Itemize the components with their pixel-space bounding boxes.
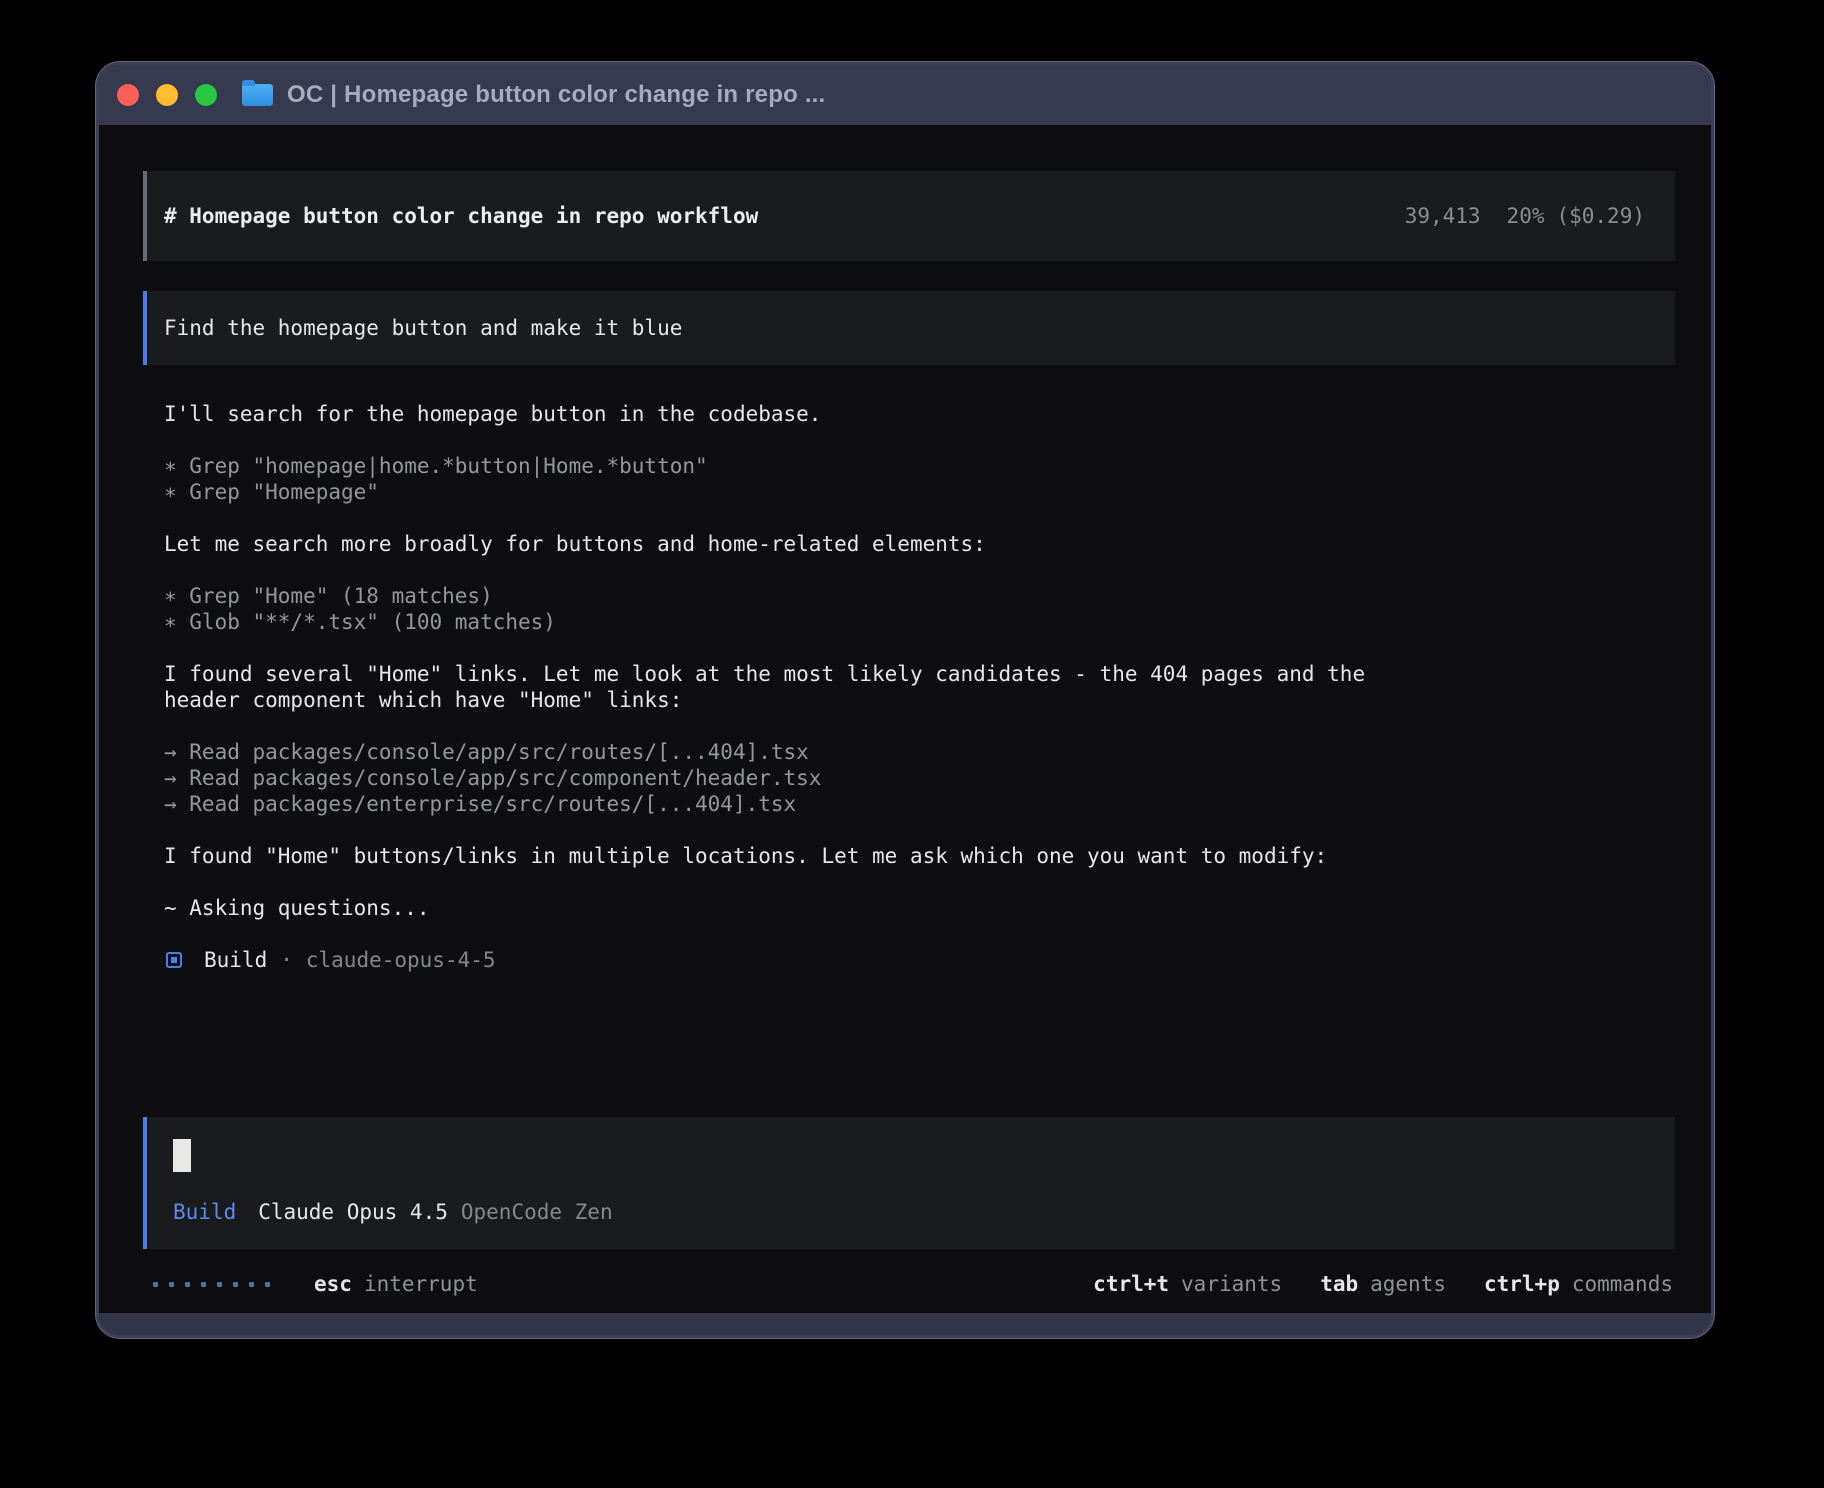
fullscreen-button[interactable] bbox=[195, 84, 217, 106]
window-bottom-frame bbox=[99, 1313, 1711, 1335]
separator-dot: · bbox=[280, 947, 293, 973]
shortcut-hints: ctrl+t variants tab agents ctrl+p comman… bbox=[1093, 1271, 1673, 1297]
tool-calls: ∗ Grep "homepage|home.*button|Home.*butt… bbox=[164, 453, 1675, 505]
agent-name: Build bbox=[204, 947, 267, 973]
prompt-input[interactable]: Build Claude Opus 4.5 OpenCode Zen bbox=[143, 1117, 1675, 1249]
assistant-status: ~ Asking questions... bbox=[164, 895, 1675, 921]
commands-label: commands bbox=[1572, 1271, 1673, 1297]
folder-icon bbox=[242, 84, 273, 106]
tab-key: tab bbox=[1320, 1271, 1358, 1297]
close-button[interactable] bbox=[117, 84, 139, 106]
tool-call-line: ∗ Grep "Home" (18 matches) bbox=[164, 583, 1675, 609]
agent-task-icon bbox=[166, 952, 182, 968]
active-model[interactable]: Claude Opus 4.5 bbox=[258, 1199, 448, 1225]
agents-label: agents bbox=[1370, 1271, 1446, 1297]
hint-agents: tab agents bbox=[1320, 1271, 1446, 1297]
tool-call-line: → Read packages/console/app/src/componen… bbox=[164, 765, 1675, 791]
session-title: # Homepage button color change in repo w… bbox=[164, 203, 758, 229]
hint-interrupt: esc interrupt bbox=[314, 1271, 478, 1297]
traffic-lights bbox=[117, 84, 217, 106]
ctrl-p-key: ctrl+p bbox=[1484, 1271, 1560, 1297]
token-count: 39,413 bbox=[1405, 203, 1481, 229]
terminal-content: # Homepage button color change in repo w… bbox=[99, 125, 1711, 1313]
context-percent: 20% bbox=[1507, 203, 1545, 229]
transcript: I'll search for the homepage button in t… bbox=[143, 401, 1675, 973]
assistant-text: Let me search more broadly for buttons a… bbox=[164, 531, 1675, 557]
assistant-text: I found several "Home" links. Let me loo… bbox=[164, 661, 1675, 713]
tool-call-line: ∗ Glob "**/*.tsx" (100 matches) bbox=[164, 609, 1675, 635]
active-agent[interactable]: Build bbox=[173, 1199, 236, 1225]
assistant-text-line: I'll search for the homepage button in t… bbox=[164, 401, 1675, 427]
assistant-text-line: header component which have "Home" links… bbox=[164, 687, 1675, 713]
variants-label: variants bbox=[1181, 1271, 1282, 1297]
user-message: Find the homepage button and make it blu… bbox=[143, 291, 1675, 365]
asking-questions-status: ~ Asking questions... bbox=[164, 895, 1675, 921]
status-bar: esc interrupt ctrl+t variants tab agents… bbox=[143, 1271, 1675, 1297]
tool-call-line: → Read packages/console/app/src/routes/[… bbox=[164, 739, 1675, 765]
esc-key: esc bbox=[314, 1271, 352, 1297]
tool-calls: ∗ Grep "Home" (18 matches) ∗ Glob "**/*.… bbox=[164, 583, 1675, 635]
tool-call-line: → Read packages/enterprise/src/routes/[.… bbox=[164, 791, 1675, 817]
session-header: # Homepage button color change in repo w… bbox=[143, 171, 1675, 261]
text-cursor bbox=[173, 1139, 191, 1172]
agent-model: claude-opus-4-5 bbox=[306, 947, 496, 973]
esc-label: interrupt bbox=[364, 1271, 478, 1297]
assistant-text-line: I found several "Home" links. Let me loo… bbox=[164, 661, 1675, 687]
session-stats: 39,413 20% ($0.29) bbox=[1405, 203, 1645, 229]
assistant-text-line: I found "Home" buttons/links in multiple… bbox=[164, 843, 1675, 869]
assistant-text: I'll search for the homepage button in t… bbox=[164, 401, 1675, 427]
tool-call-line: ∗ Grep "homepage|home.*button|Home.*butt… bbox=[164, 453, 1675, 479]
hint-variants: ctrl+t variants bbox=[1093, 1271, 1282, 1297]
model-provider: OpenCode Zen bbox=[461, 1199, 613, 1225]
assistant-text-line: Let me search more broadly for buttons a… bbox=[164, 531, 1675, 557]
session-cost: ($0.29) bbox=[1556, 203, 1645, 229]
tool-call-line: ∗ Grep "Homepage" bbox=[164, 479, 1675, 505]
activity-spinner-dots bbox=[153, 1282, 270, 1287]
user-message-text: Find the homepage button and make it blu… bbox=[164, 316, 682, 340]
hint-commands: ctrl+p commands bbox=[1484, 1271, 1673, 1297]
window-titlebar: OC | Homepage button color change in rep… bbox=[99, 65, 1711, 125]
assistant-text: I found "Home" buttons/links in multiple… bbox=[164, 843, 1675, 869]
tool-calls: → Read packages/console/app/src/routes/[… bbox=[164, 739, 1675, 817]
ctrl-t-key: ctrl+t bbox=[1093, 1271, 1169, 1297]
window-title: OC | Homepage button color change in rep… bbox=[287, 81, 825, 109]
minimize-button[interactable] bbox=[156, 84, 178, 106]
agent-task-status: Build · claude-opus-4-5 bbox=[164, 947, 1675, 973]
input-meta: Build Claude Opus 4.5 OpenCode Zen bbox=[173, 1199, 1645, 1225]
terminal-window: OC | Homepage button color change in rep… bbox=[96, 62, 1714, 1338]
